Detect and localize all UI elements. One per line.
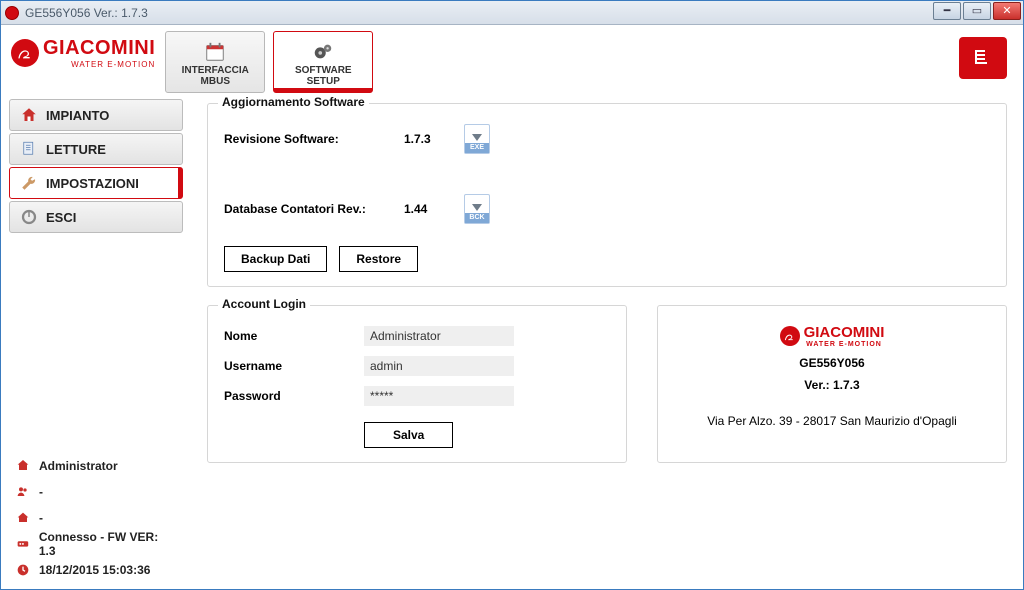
about-model: GE556Y056: [799, 356, 864, 370]
minimize-button[interactable]: ━: [933, 2, 961, 20]
brand-icon-small: [780, 326, 800, 346]
backup-dati-button[interactable]: Backup Dati: [224, 246, 327, 272]
wrench-icon: [20, 174, 38, 192]
document-icon: [20, 140, 38, 158]
nav-esci[interactable]: ESCI: [9, 201, 183, 233]
users-icon: [15, 484, 31, 500]
restore-button[interactable]: Restore: [339, 246, 418, 272]
value-revisione-software: 1.7.3: [404, 132, 464, 146]
brand-tagline: WATER E-MOTION: [43, 60, 155, 69]
status-connection: Connesso - FW VER: 1.3: [9, 531, 183, 557]
nav-impianto[interactable]: IMPIANTO: [9, 99, 183, 131]
power-icon: [20, 208, 38, 226]
nome-field[interactable]: [364, 326, 514, 346]
clock-icon: [15, 562, 31, 578]
titlebar: GE556Y056 Ver.: 1.7.3 ━ ▭ ✕: [1, 1, 1023, 25]
status-users: -: [9, 479, 183, 505]
salva-button[interactable]: Salva: [364, 422, 453, 448]
nav-letture[interactable]: LETTURE: [9, 133, 183, 165]
tab-interfaccia-mbus[interactable]: INTERFACCIAMBUS: [165, 31, 265, 93]
username-field[interactable]: [364, 356, 514, 376]
close-button[interactable]: ✕: [993, 2, 1021, 20]
window-title: GE556Y056 Ver.: 1.7.3: [25, 6, 148, 20]
tab-software-setup[interactable]: SOFTWARESETUP: [273, 31, 373, 93]
about-version: Ver.: 1.7.3: [804, 378, 859, 392]
app-icon: [5, 6, 19, 20]
bck-download-button[interactable]: BCK: [464, 194, 490, 224]
group-aggiornamento-software: Aggiornamento Software Revisione Softwar…: [207, 103, 1007, 287]
about-brand-tagline: WATER E-MOTION: [804, 341, 885, 348]
label-username: Username: [224, 359, 364, 373]
gears-icon: [310, 41, 336, 63]
label-password: Password: [224, 389, 364, 403]
about-address: Via Per Alzo. 39 - 28017 San Maurizio d'…: [707, 414, 957, 428]
label-nome: Nome: [224, 329, 364, 343]
label-database-rev: Database Contatori Rev.:: [224, 202, 404, 216]
energy-management-badge[interactable]: [959, 37, 1007, 79]
about-brand-name: GIACOMINI: [804, 324, 885, 341]
group-title: Aggiornamento Software: [218, 95, 369, 109]
label-revisione-software: Revisione Software:: [224, 132, 404, 146]
group-title-login: Account Login: [218, 297, 310, 311]
house-icon: [20, 106, 38, 124]
exe-download-button[interactable]: EXE: [464, 124, 490, 154]
value-database-rev: 1.44: [404, 202, 464, 216]
status-datetime: 18/12/2015 15:03:36: [9, 557, 183, 583]
user-house-icon: [15, 458, 31, 474]
password-field[interactable]: [364, 386, 514, 406]
nav-impostazioni[interactable]: IMPOSTAZIONI: [9, 167, 183, 199]
maximize-button[interactable]: ▭: [963, 2, 991, 20]
status-user: Administrator: [9, 453, 183, 479]
about-card: GIACOMINI WATER E-MOTION GE556Y056 Ver.:…: [657, 305, 1007, 463]
calendar-icon: [202, 41, 228, 63]
brand-icon: [11, 39, 39, 67]
brand-logo: GIACOMINI WATER E-MOTION: [9, 31, 157, 75]
group-account-login: Account Login Nome Username Password: [207, 305, 627, 463]
house-small-icon: [15, 510, 31, 526]
brand-name: GIACOMINI: [43, 37, 155, 60]
connection-icon: [15, 536, 31, 552]
status-home: -: [9, 505, 183, 531]
